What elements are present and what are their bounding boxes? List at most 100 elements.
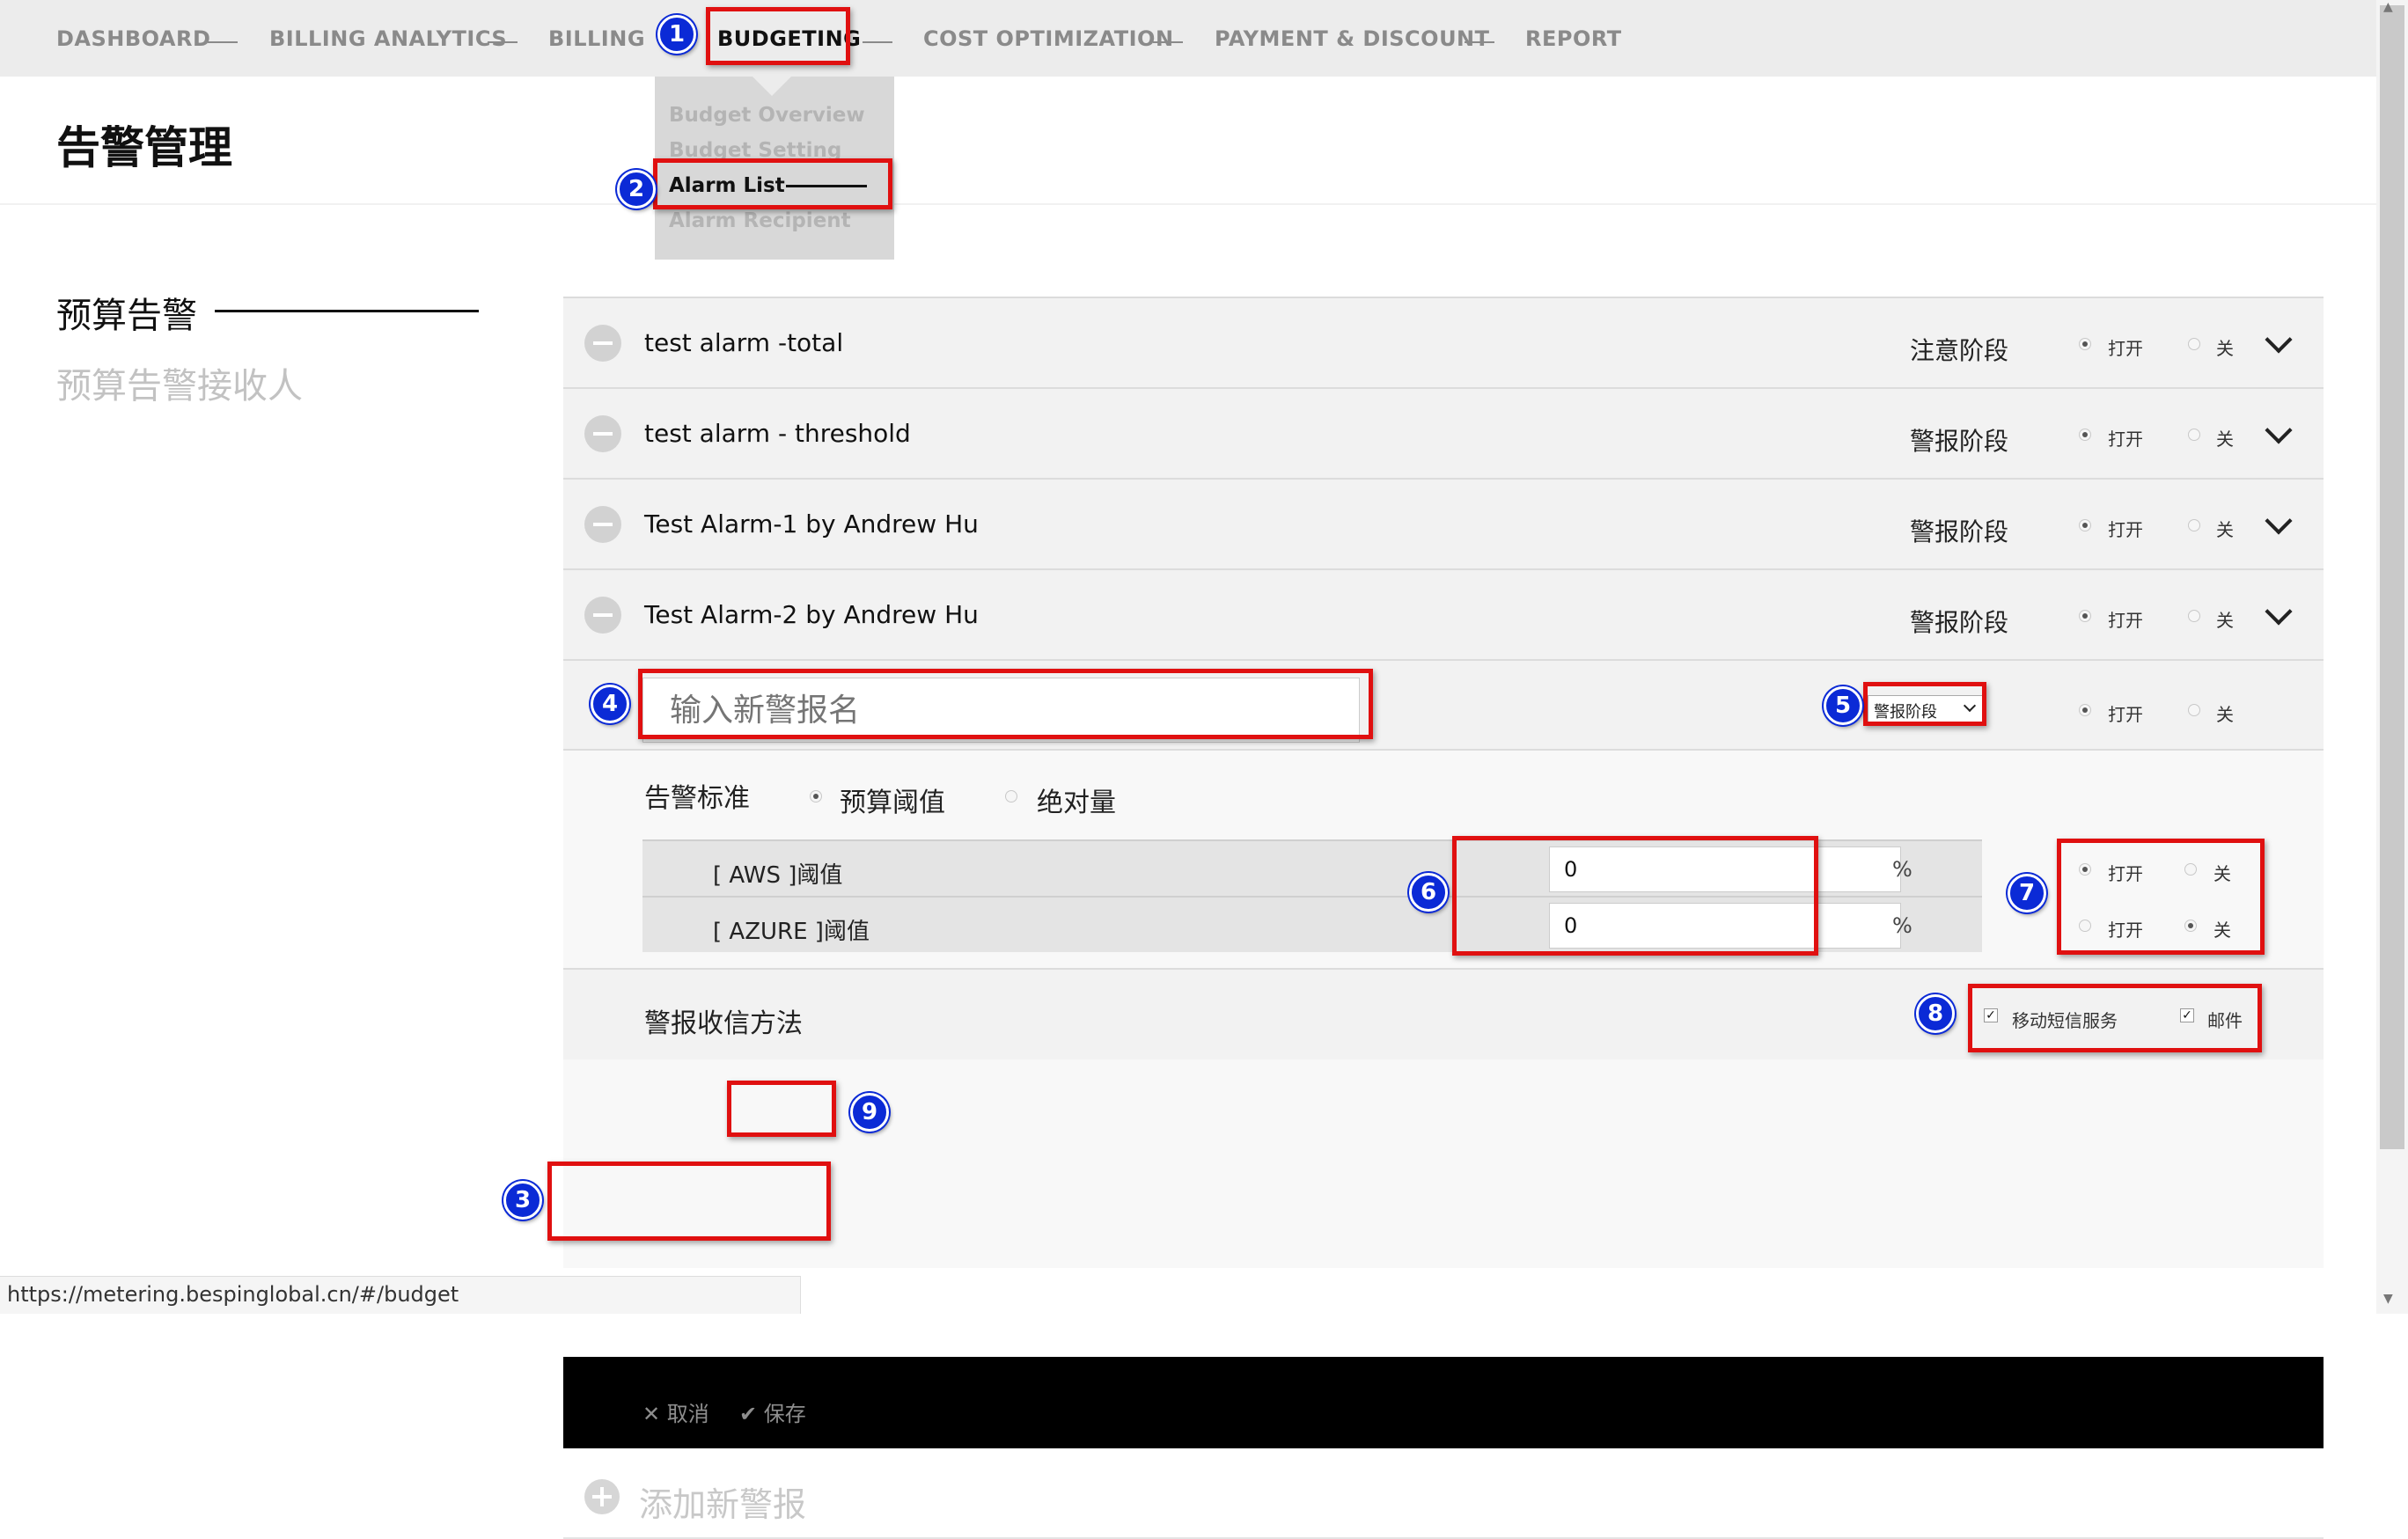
nav-separator (1465, 41, 1494, 43)
nav-billing[interactable]: BILLING (548, 26, 645, 51)
alarm-stage: 警报阶段 (1910, 427, 2009, 456)
annotation-badge: 1 (657, 15, 696, 54)
azure-threshold-input[interactable] (1549, 903, 1901, 949)
new-alarm-off-radio[interactable] (2188, 704, 2200, 716)
threshold-on-radio[interactable] (2079, 920, 2091, 932)
chevron-down-icon[interactable] (2265, 416, 2293, 444)
threshold-off-radio[interactable] (2184, 920, 2197, 932)
alarm-name: Test Alarm-1 by Andrew Hu (644, 509, 979, 539)
dropdown-item-budget-overview[interactable]: Budget Overview (669, 104, 865, 127)
alarm-row[interactable]: Test Alarm-2 by Andrew Hu 警报阶段 打开 关 (563, 568, 2324, 659)
alarm-off-radio[interactable] (2188, 519, 2200, 531)
save-button[interactable]: ✔ 保存 (739, 1396, 806, 1427)
criteria-budget-threshold-radio[interactable] (810, 790, 822, 802)
alarm-on-label: 打开 (2108, 610, 2143, 631)
nav-payment-discount[interactable]: PAYMENT & DISCOUNT (1215, 26, 1490, 51)
top-nav: DASHBOARD BILLING ANALYTICS BILLING BUDG… (0, 0, 2376, 77)
alarm-off-radio[interactable] (2188, 338, 2200, 350)
threshold-on-radio[interactable] (2079, 863, 2091, 876)
stage-select-value: 警报阶段 (1874, 703, 1937, 722)
cancel-label: 取消 (666, 1402, 709, 1426)
chevron-down-icon[interactable] (2265, 507, 2293, 535)
alarm-stage: 注意阶段 (1910, 336, 2009, 365)
alarm-on-radio[interactable] (2079, 429, 2091, 441)
new-alarm-off-label: 关 (2216, 704, 2234, 725)
criteria-label: 告警标准 (644, 783, 750, 814)
editor-action-bar (563, 1357, 2324, 1448)
dropdown-item-alarm-list[interactable]: Alarm List (669, 174, 785, 197)
method-label: 警报收信方法 (644, 1008, 803, 1039)
dropdown-active-indicator (786, 185, 867, 187)
threshold-off-label: 关 (2213, 920, 2231, 941)
status-bar-url: https://metering.bespinglobal.cn/#/budge… (0, 1276, 801, 1314)
nav-report[interactable]: REPORT (1525, 26, 1622, 51)
alarm-name: test alarm -total (644, 328, 844, 357)
alarm-on-radio[interactable] (2079, 519, 2091, 531)
alarm-row[interactable]: test alarm -total 注意阶段 打开 关 (563, 297, 2324, 387)
criteria-option-label: 预算阈值 (840, 788, 945, 818)
check-icon: ✔ (739, 1402, 758, 1426)
sidebar-item-alarm-recipient[interactable]: 预算告警接收人 (56, 357, 303, 408)
email-label: 邮件 (2207, 1010, 2243, 1031)
dropdown-item-alarm-recipient[interactable]: Alarm Recipient (669, 209, 851, 232)
percent-unit: % (1892, 857, 1912, 882)
criteria-absolute-radio[interactable] (1005, 790, 1017, 802)
alarm-on-label: 打开 (2108, 519, 2143, 540)
annotation-badge: 8 (1916, 994, 1955, 1033)
cancel-button[interactable]: ✕ 取消 (642, 1396, 709, 1427)
alarm-stage: 警报阶段 (1910, 608, 2009, 637)
nav-dashboard[interactable]: DASHBOARD (56, 26, 210, 51)
annotation-badge: 5 (1824, 686, 1862, 725)
chevron-down-icon[interactable] (2265, 597, 2293, 626)
alarm-off-label: 关 (2216, 610, 2234, 631)
sidebar-item-budget-alarm[interactable]: 预算告警 (56, 287, 197, 338)
add-alarm-button[interactable]: 添加新警报 (639, 1477, 806, 1526)
nav-budgeting[interactable]: BUDGETING (717, 26, 861, 51)
nav-cost-optimization[interactable]: COST OPTIMIZATION (923, 26, 1174, 51)
annotation-badge: 7 (2008, 874, 2046, 912)
remove-icon[interactable] (584, 597, 621, 634)
chevron-down-icon[interactable] (2265, 326, 2293, 354)
scrollbar-thumb[interactable] (2380, 5, 2404, 1149)
dropdown-caret (752, 77, 791, 96)
alarm-on-radio[interactable] (2079, 338, 2091, 350)
new-alarm-on-label: 打开 (2108, 704, 2143, 725)
annotation-badge: 9 (850, 1093, 889, 1132)
nav-separator (208, 41, 238, 43)
alarm-off-radio[interactable] (2188, 610, 2200, 622)
plus-icon[interactable] (584, 1479, 620, 1514)
alarm-row[interactable]: Test Alarm-1 by Andrew Hu 警报阶段 打开 关 (563, 478, 2324, 568)
save-label: 保存 (763, 1402, 806, 1426)
alarm-off-radio[interactable] (2188, 429, 2200, 441)
nav-separator (1153, 41, 1183, 43)
remove-icon[interactable] (584, 325, 621, 362)
nav-separator (488, 41, 518, 43)
method-row: 警报收信方法 ✓ 移动短信服务 ✓ 邮件 (563, 968, 2324, 1059)
new-alarm-name-input[interactable] (642, 678, 1360, 743)
alarm-on-label: 打开 (2108, 429, 2143, 450)
sidebar-active-indicator (215, 310, 479, 312)
threshold-row: [ AZURE ]阈值 % 打开 关 (642, 896, 2231, 952)
page-title: 告警管理 (56, 122, 232, 173)
alarm-row[interactable]: test alarm - threshold 警报阶段 打开 关 (563, 387, 2324, 478)
stage-select[interactable]: 警报阶段 (1868, 695, 1984, 725)
aws-threshold-input[interactable] (1549, 846, 1901, 892)
remove-icon[interactable] (584, 415, 621, 452)
scroll-down-icon[interactable]: ▼ (2383, 1292, 2393, 1306)
threshold-off-radio[interactable] (2184, 863, 2197, 876)
close-icon: ✕ (642, 1402, 661, 1426)
nav-billing-analytics[interactable]: BILLING ANALYTICS (269, 26, 507, 51)
remove-icon[interactable] (584, 506, 621, 543)
scroll-up-icon[interactable]: ▲ (2383, 0, 2393, 14)
alarm-name: test alarm - threshold (644, 419, 911, 448)
alarm-on-label: 打开 (2108, 338, 2143, 359)
chevron-down-icon (1963, 699, 1977, 713)
alarm-on-radio[interactable] (2079, 610, 2091, 622)
sms-checkbox[interactable]: ✓ (1984, 1008, 1998, 1022)
new-alarm-on-radio[interactable] (2079, 704, 2091, 716)
dropdown-item-budget-setting[interactable]: Budget Setting (669, 139, 841, 162)
annotation-badge: 2 (617, 170, 656, 209)
annotation-badge: 3 (503, 1181, 542, 1220)
criteria-option-label: 绝对量 (1037, 788, 1116, 818)
email-checkbox[interactable]: ✓ (2180, 1008, 2194, 1022)
